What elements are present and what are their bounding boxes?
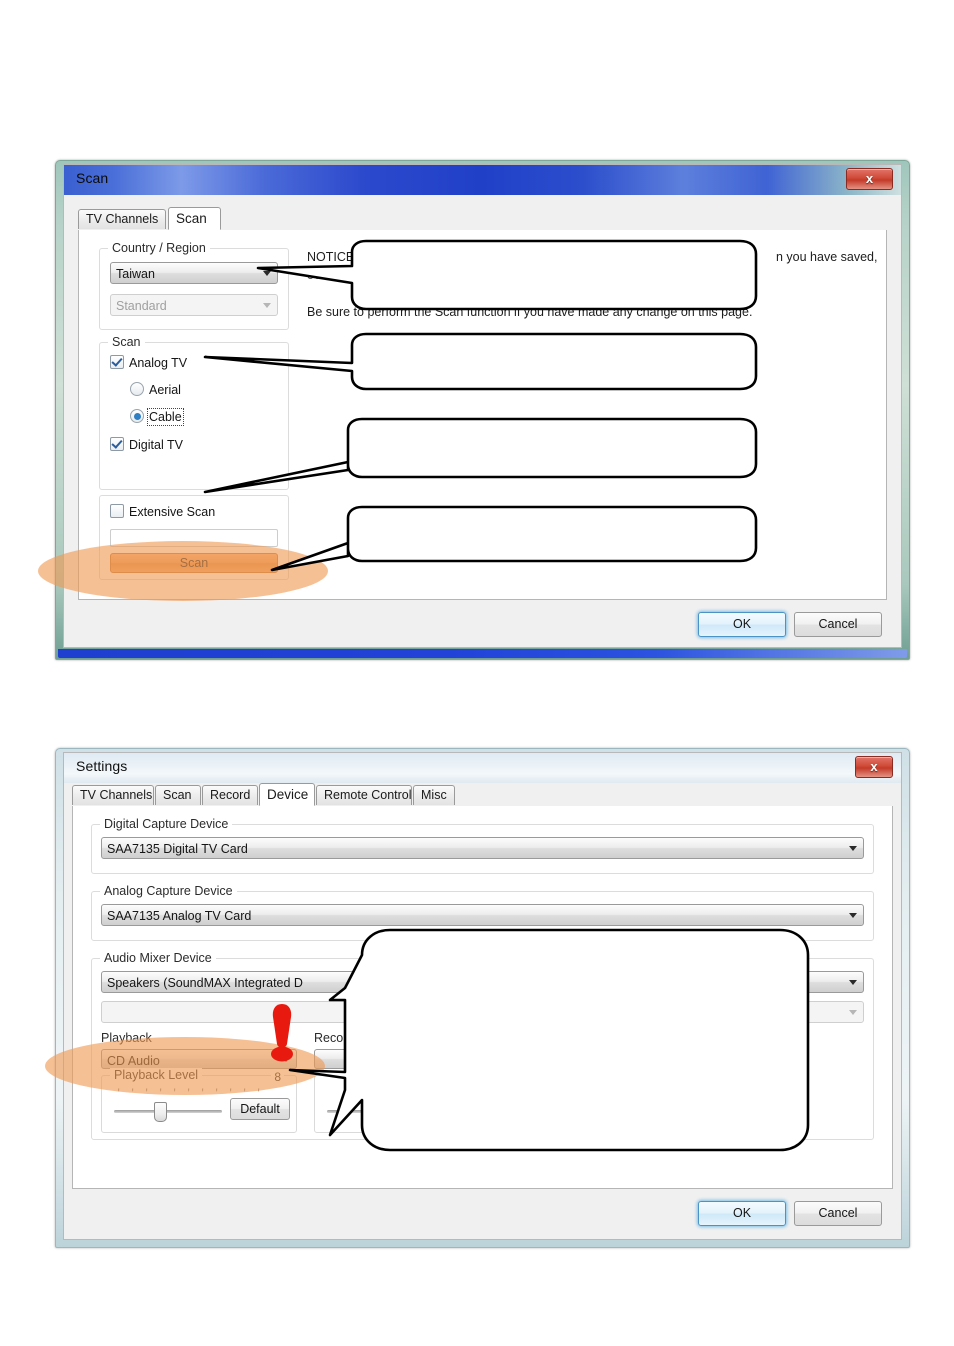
notice-head: NOTICE: C bbox=[307, 250, 371, 264]
audio-mixer-device-value: Speakers (SoundMAX Integrated D bbox=[107, 976, 303, 990]
tab-tv-channels[interactable]: TV Channels bbox=[72, 785, 154, 805]
audio-mixer-group: Audio Mixer Device Speakers (SoundMAX In… bbox=[91, 951, 874, 1140]
digital-capture-combo[interactable]: SAA7135 Digital TV Card bbox=[101, 837, 864, 859]
playback-level-value: 8 bbox=[271, 1070, 284, 1084]
audio-mixer-device-combo[interactable]: Speakers (SoundMAX Integrated D bbox=[101, 971, 864, 993]
slider-ticks: ' ' ' ' ' ' ' ' ' ' ' bbox=[116, 1088, 264, 1098]
settings-cancel-button[interactable]: Cancel bbox=[794, 1201, 882, 1226]
playback-level-thumb[interactable] bbox=[154, 1102, 167, 1122]
settings-title-bar: Settings x bbox=[64, 753, 901, 783]
cable-radio[interactable]: Cable bbox=[130, 408, 184, 426]
scan-dialog-client: Scan x TV Channels Scan Country / Region… bbox=[63, 164, 902, 648]
analog-capture-group: Analog Capture Device SAA7135 Analog TV … bbox=[91, 884, 874, 941]
radio-icon bbox=[130, 409, 144, 423]
close-icon[interactable]: x bbox=[855, 756, 893, 778]
settings-window-title: Settings bbox=[76, 758, 128, 774]
cable-label: Cable bbox=[147, 408, 184, 426]
analog-capture-combo[interactable]: SAA7135 Analog TV Card bbox=[101, 904, 864, 926]
settings-tab-page: Digital Capture Device SAA7135 Digital T… bbox=[72, 806, 893, 1189]
digital-capture-group: Digital Capture Device SAA7135 Digital T… bbox=[91, 817, 874, 874]
checkbox-icon bbox=[110, 437, 124, 451]
playback-level-group: Playback Level 8 ' ' ' ' ' ' ' ' ' ' ' D… bbox=[101, 1068, 297, 1133]
digital-capture-value: SAA7135 Digital TV Card bbox=[107, 842, 248, 856]
scan-tab-page: Country / Region Taiwan Standard Scan An… bbox=[78, 230, 887, 600]
scan-window-title: Scan bbox=[76, 170, 109, 186]
playback-default-button[interactable]: Default bbox=[230, 1098, 290, 1120]
tab-misc[interactable]: Misc bbox=[413, 785, 455, 805]
notice-line3: Be sure to perform the Scan function if … bbox=[307, 305, 753, 319]
digital-tv-label: Digital TV bbox=[129, 438, 183, 452]
tab-scan[interactable]: Scan bbox=[155, 785, 201, 805]
playback-value: CD Audio bbox=[107, 1054, 160, 1068]
record-combo[interactable] bbox=[314, 1049, 510, 1069]
scan-tabstrip: TV Channels Scan bbox=[78, 207, 887, 231]
country-region-group: Country / Region Taiwan Standard bbox=[99, 241, 289, 330]
tab-remote-control[interactable]: Remote Control bbox=[316, 785, 412, 805]
chevron-down-icon bbox=[263, 303, 271, 308]
standard-combo[interactable]: Standard bbox=[110, 294, 278, 316]
chevron-down-icon bbox=[849, 980, 857, 985]
extensive-scan-group: Extensive Scan Scan bbox=[99, 495, 289, 580]
tab-scan[interactable]: Scan bbox=[168, 207, 221, 230]
close-icon[interactable]: x bbox=[846, 168, 893, 190]
scan-options-legend: Scan bbox=[108, 335, 145, 349]
tab-device[interactable]: Device bbox=[259, 783, 315, 806]
chevron-down-icon bbox=[849, 846, 857, 851]
scan-button[interactable]: Scan bbox=[110, 553, 278, 573]
analog-capture-value: SAA7135 Analog TV Card bbox=[107, 909, 252, 923]
country-region-combo[interactable]: Taiwan bbox=[110, 262, 278, 284]
country-region-value: Taiwan bbox=[116, 267, 155, 281]
record-level-slider[interactable] bbox=[327, 1110, 435, 1113]
chevron-down-icon bbox=[263, 271, 271, 276]
scan-ok-button[interactable]: OK bbox=[698, 612, 786, 637]
extensive-scan-checkbox[interactable]: Extensive Scan bbox=[110, 504, 215, 519]
notice-line2: over it. bbox=[307, 268, 345, 282]
chevron-down-icon bbox=[849, 913, 857, 918]
chevron-down-icon bbox=[849, 1010, 857, 1015]
scan-options-group: Scan Analog TV Aerial Cable Digital TV bbox=[99, 335, 289, 490]
audio-mixer-legend: Audio Mixer Device bbox=[100, 951, 216, 965]
record-label: Record bbox=[314, 1031, 355, 1045]
settings-dialog-client: Settings x TV Channels Scan Record Devic… bbox=[63, 752, 902, 1240]
scan-title-bar: Scan x bbox=[64, 165, 901, 195]
scan-progress-field bbox=[110, 529, 278, 547]
playback-level-slider[interactable] bbox=[114, 1110, 222, 1113]
tab-tv-channels[interactable]: TV Channels bbox=[78, 209, 166, 229]
aerial-radio[interactable]: Aerial bbox=[130, 382, 181, 397]
analog-capture-legend: Analog Capture Device bbox=[100, 884, 237, 898]
settings-dialog-window: Settings x TV Channels Scan Record Devic… bbox=[55, 748, 910, 1248]
standard-value: Standard bbox=[116, 299, 167, 313]
playback-label: Playback bbox=[101, 1031, 152, 1045]
tab-record[interactable]: Record bbox=[202, 785, 258, 805]
chevron-down-icon bbox=[282, 1057, 290, 1062]
playback-combo[interactable]: CD Audio bbox=[101, 1049, 297, 1069]
settings-tabstrip: TV Channels Scan Record Device Remote Co… bbox=[72, 783, 893, 807]
audio-mixer-secondary-combo[interactable] bbox=[101, 1001, 864, 1023]
digital-tv-checkbox[interactable]: Digital TV bbox=[110, 437, 183, 452]
aerial-label: Aerial bbox=[149, 383, 181, 397]
analog-tv-checkbox[interactable]: Analog TV bbox=[110, 355, 187, 370]
notice-tail: n you have saved, bbox=[776, 250, 878, 264]
chevron-down-icon bbox=[495, 1057, 503, 1062]
settings-ok-button[interactable]: OK bbox=[698, 1201, 786, 1226]
checkbox-icon bbox=[110, 504, 124, 518]
scan-dialog-window: Scan x TV Channels Scan Country / Region… bbox=[55, 160, 910, 660]
digital-capture-legend: Digital Capture Device bbox=[100, 817, 233, 831]
extensive-scan-label: Extensive Scan bbox=[129, 505, 216, 519]
checkbox-icon bbox=[110, 355, 124, 369]
playback-level-legend: Playback Level bbox=[110, 1068, 203, 1082]
country-region-legend: Country / Region bbox=[108, 241, 210, 255]
record-level-group bbox=[314, 1075, 510, 1133]
analog-tv-label: Analog TV bbox=[129, 356, 188, 370]
radio-icon bbox=[130, 382, 144, 396]
scan-cancel-button[interactable]: Cancel bbox=[794, 612, 882, 637]
